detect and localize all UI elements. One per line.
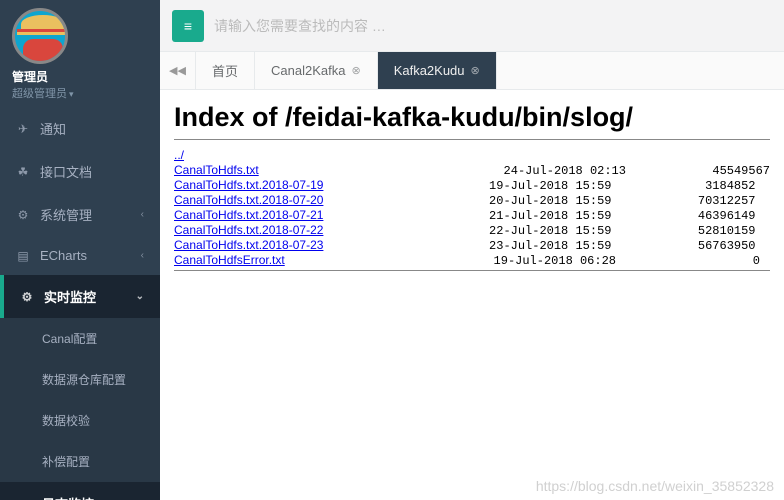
nav-log-monitor[interactable]: 日志监控⌄ [0,482,160,500]
topbar: ≡ [160,0,784,52]
file-link[interactable]: CanalToHdfs.txt.2018-07-22 [174,223,323,237]
search-input[interactable] [214,18,772,34]
nav-notify-label: 通知 [40,119,66,138]
nav-system[interactable]: ⚙ 系统管理 ‹ [0,193,160,236]
main-area: ≡ ◀◀ 首页 Canal2Kafka ⊗ Kafka2Kudu ⊗ Index o… [160,0,784,500]
user-role[interactable]: 超级管理员 [12,85,148,101]
close-icon[interactable]: ⊗ [351,64,360,77]
sidebar: 管理员 超级管理员 ✈ 通知 ☘ 接口文档 ⚙ 系统管理 ‹ ▤ ECharts ‹ ⚙ 实时… [0,0,160,500]
hamburger-icon: ≡ [184,18,192,34]
gear-icon: ⚙ [20,290,34,304]
parent-dir-link[interactable]: ../ [174,148,184,162]
chevron-down-icon: ⌄ [136,291,144,302]
toggle-sidebar-button[interactable]: ≡ [172,10,204,42]
nav-api[interactable]: ☘ 接口文档 [0,150,160,193]
paper-plane-icon: ✈ [16,122,30,136]
tab-home[interactable]: 首页 [196,52,255,89]
double-chevron-left-icon: ◀◀ [169,64,186,77]
tab-home-label: 首页 [212,61,238,80]
tab-canal2kafka[interactable]: Canal2Kafka ⊗ [255,52,378,89]
nav-menu: ✈ 通知 ☘ 接口文档 ⚙ 系统管理 ‹ ▤ ECharts ‹ ⚙ 实时监控 ⌄ Canal配… [0,107,160,500]
tab-scroll-left-button[interactable]: ◀◀ [160,52,196,89]
file-link[interactable]: CanalToHdfsError.txt [174,253,285,267]
nav-compensate-config[interactable]: 补偿配置 [0,441,160,482]
nav-api-label: 接口文档 [40,162,92,181]
file-link[interactable]: CanalToHdfs.txt [174,163,259,177]
nav-canal-config[interactable]: Canal配置 [0,318,160,359]
directory-listing: ../ CanalToHdfs.txt 24-Jul-2018 02:13 45… [174,148,770,268]
chevron-left-icon: ‹ [141,209,144,220]
file-link[interactable]: CanalToHdfs.txt.2018-07-21 [174,208,323,222]
file-link[interactable]: CanalToHdfs.txt.2018-07-19 [174,178,323,192]
nav-system-label: 系统管理 [40,205,92,224]
nav-echarts-label: ECharts [40,248,87,263]
tab-canal2kafka-label: Canal2Kafka [271,63,345,78]
avatar[interactable] [12,8,68,64]
gear-icon: ⚙ [16,208,30,222]
chevron-left-icon: ‹ [141,250,144,261]
page-title: Index of /feidai-kafka-kudu/bin/slog/ [174,102,770,133]
tab-bar: ◀◀ 首页 Canal2Kafka ⊗ Kafka2Kudu ⊗ [160,52,784,90]
nav-log-monitor-label: 日志监控 [42,494,94,500]
tab-kafka2kudu[interactable]: Kafka2Kudu ⊗ [378,52,497,89]
nav-realtime-label: 实时监控 [44,287,96,306]
user-name: 管理员 [12,68,148,85]
file-link[interactable]: CanalToHdfs.txt.2018-07-23 [174,238,323,252]
nav-data-check[interactable]: 数据校验 [0,400,160,441]
nav-echarts[interactable]: ▤ ECharts ‹ [0,236,160,275]
leaf-icon: ☘ [16,165,30,179]
divider [174,270,770,271]
file-link[interactable]: CanalToHdfs.txt.2018-07-20 [174,193,323,207]
tab-kafka2kudu-label: Kafka2Kudu [394,63,465,78]
divider [174,139,770,140]
profile-block: 管理员 超级管理员 [0,0,160,107]
nav-realtime-monitor[interactable]: ⚙ 实时监控 ⌄ [0,275,160,318]
close-icon[interactable]: ⊗ [471,64,480,77]
content-frame: Index of /feidai-kafka-kudu/bin/slog/ ..… [160,90,784,500]
nav-datasource-config[interactable]: 数据源仓库配置 [0,359,160,400]
nav-notify[interactable]: ✈ 通知 [0,107,160,150]
book-icon: ▤ [16,249,30,263]
